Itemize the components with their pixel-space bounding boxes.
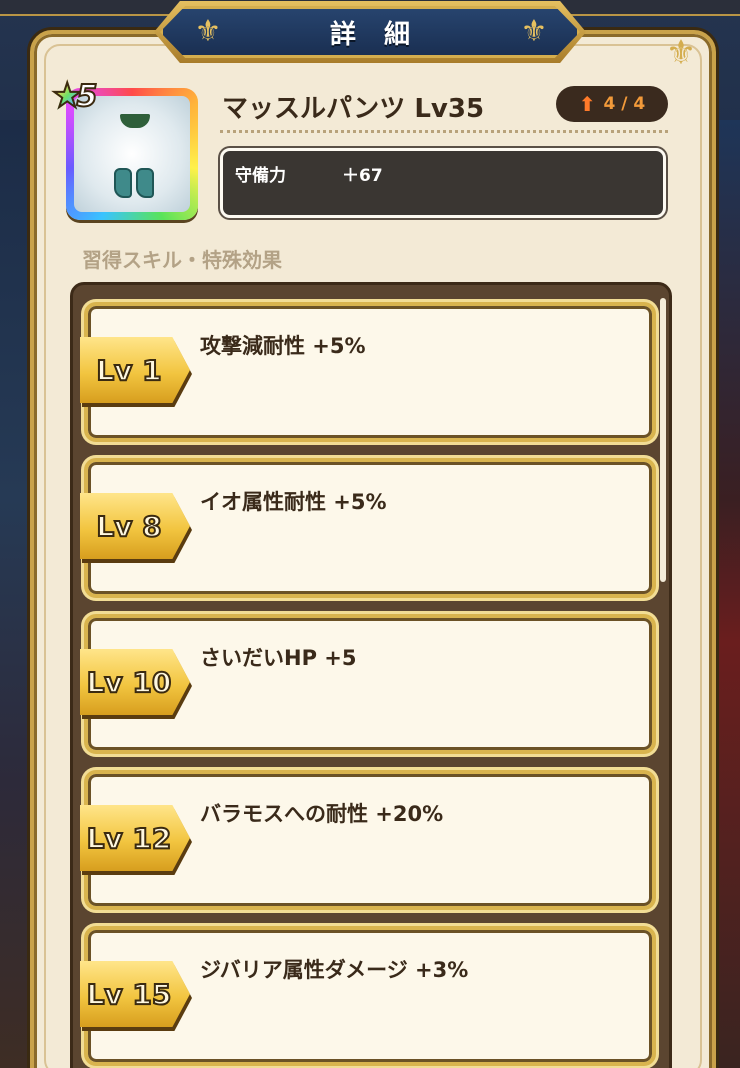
page-title: 詳細 [329,19,438,50]
skill-text: 攻撃減耐性 +5% [200,334,366,358]
boot-right [136,168,154,198]
corner-ornament-icon: ⚜ [665,33,697,73]
level-tag: Lv 12 [80,805,190,871]
skill-text: イオ属性耐性 +5% [200,490,387,514]
level-tag: Lv 1 [80,337,190,403]
level-tag: Lv 8 [80,493,190,559]
item-name: マッスルパンツ Lv35 [222,94,485,124]
background-left-edge [0,120,28,1068]
upgrade-badge: ⬆ 4 / 4 [556,86,668,122]
skill-text: バラモスへの耐性 +20% [200,802,444,826]
skill-text: さいだいHP +5 [200,646,357,670]
stats-box: 守備力 ＋67 [220,148,666,218]
up-arrow-icon: ⬆ [578,92,596,116]
boot-left [114,168,132,198]
level-tag: Lv 15 [80,961,190,1027]
stat-value-defense: ＋67 [342,166,383,186]
background-right-edge [718,120,740,1068]
skill-text: ジバリア属性ダメージ +3% [200,958,469,982]
boots-icon [114,164,158,198]
rarity-badge: ★ 5 [51,76,118,116]
section-label: 習得スキル・特殊効果 [82,248,282,272]
stat-label-defense: 守備力 [235,166,286,186]
level-tag: Lv 10 [80,649,190,715]
rarity-number: 5 [75,78,98,115]
divider [220,130,668,133]
muscle-pants-icon [120,114,150,128]
upgrade-count: 4 / 4 [603,94,646,114]
scrollbar[interactable] [660,298,666,582]
